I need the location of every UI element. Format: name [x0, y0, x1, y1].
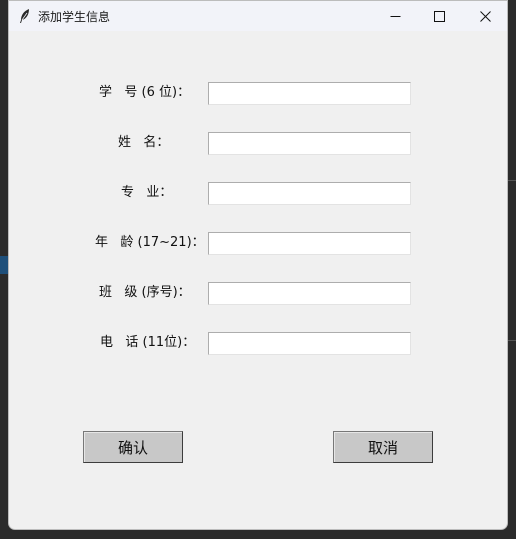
- major-label: 专 业：: [121, 185, 173, 200]
- close-icon: [479, 10, 491, 22]
- title-bar[interactable]: 添加学生信息: [9, 1, 507, 31]
- add-student-dialog: 添加学生信息 学 号 (6 位)： 姓 名： 专 业： 年 龄 (17~21)：…: [8, 0, 508, 530]
- background-line: [508, 180, 516, 181]
- phone-label: 电 话 (11位)：: [100, 335, 196, 350]
- name-input[interactable]: [208, 132, 411, 155]
- confirm-button[interactable]: 确认: [83, 431, 183, 463]
- class-input[interactable]: [208, 282, 411, 305]
- cancel-button[interactable]: 取消: [333, 431, 433, 463]
- class-label: 班 级 (序号)：: [99, 285, 191, 300]
- age-input[interactable]: [208, 232, 411, 255]
- minimize-icon: [390, 11, 401, 22]
- name-label: 姓 名：: [118, 135, 170, 150]
- phone-input[interactable]: [208, 332, 411, 355]
- window-title: 添加学生信息: [38, 10, 111, 24]
- major-input[interactable]: [208, 182, 411, 205]
- background-selection-highlight: [0, 256, 8, 274]
- maximize-button[interactable]: [416, 1, 462, 31]
- minimize-button[interactable]: [372, 1, 418, 31]
- student-id-label: 学 号 (6 位)：: [99, 85, 191, 100]
- close-button[interactable]: [462, 1, 507, 31]
- maximize-icon: [433, 10, 445, 22]
- feather-icon: [18, 8, 32, 24]
- student-id-input[interactable]: [208, 82, 411, 105]
- background-line: [508, 340, 516, 341]
- age-label: 年 龄 (17~21)：: [95, 235, 205, 250]
